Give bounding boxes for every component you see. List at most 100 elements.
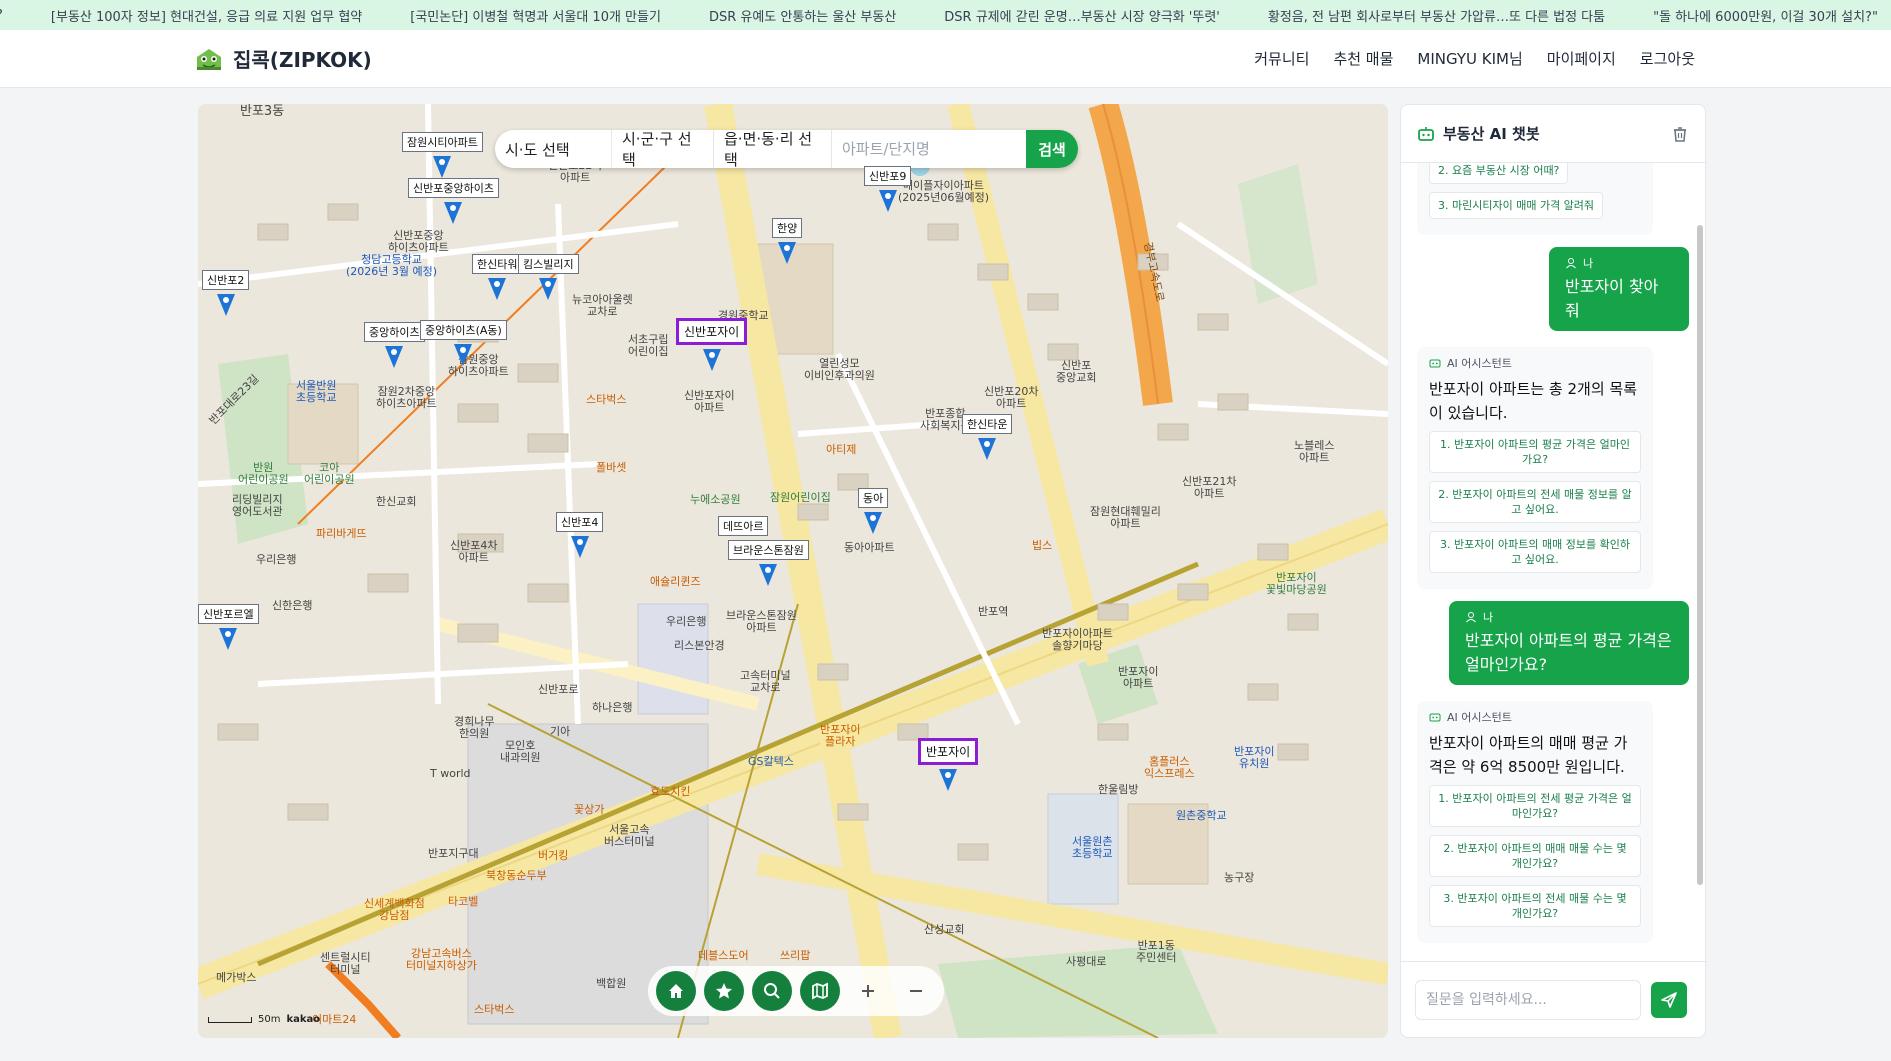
marker-label: 중앙하이츠	[364, 322, 425, 342]
home-button[interactable]	[656, 971, 696, 1011]
logo[interactable]: 집콕(ZIPKOK)	[193, 44, 372, 73]
zoom-in-button[interactable]	[848, 971, 888, 1011]
top-nav: 커뮤니티 추천 매물 MINGYU KIM님 마이페이지 로그아웃	[1254, 48, 1695, 69]
map-label: 잠원어린이집	[770, 491, 831, 504]
ticker-item[interactable]: DSR 규제에 갇린 운명…부동산 시장 양극화 '뚜렷'	[944, 6, 1220, 25]
ticker-item[interactable]: "돌 하나에 6000만원, 이걸 30개 설치?"	[1653, 6, 1878, 25]
ticker-item[interactable]: DSR 유예도 안통하는 울산 부동산	[709, 6, 896, 25]
marker-label: 반포자이	[918, 738, 979, 765]
search-map-button[interactable]	[752, 971, 792, 1011]
map-pin-icon	[702, 349, 721, 371]
apartment-marker[interactable]: 신반포르엘	[198, 604, 259, 652]
region-search-bar: 시·도 선택 시·군·구 선택 읍·면·동·리 선택 검색	[495, 130, 1078, 168]
apartment-search-input[interactable]	[832, 130, 1026, 168]
apartment-marker[interactable]: 신반포2	[202, 270, 250, 318]
send-button[interactable]	[1651, 981, 1687, 1018]
map-pin-icon	[444, 202, 463, 224]
map-view[interactable]: 반포3동 신반포22차 아파트 메이플자이아파트 (2025년06월예정) 청담…	[198, 104, 1388, 1038]
ticker-item[interactable]: [국민논단] 이병철 혁명과 서울대 10개 만들기	[410, 6, 661, 25]
map-label: 메이플자이아파트 (2025년06월예정)	[898, 179, 990, 204]
suggestion-chip[interactable]: 2. 반포자이 아파트의 전세 매물 정보를 알고 싶어요.	[1429, 481, 1641, 523]
apartment-marker[interactable]: 신반포4	[556, 512, 604, 560]
apartment-marker[interactable]: 동아	[858, 488, 889, 536]
apartment-marker[interactable]: 데뜨아르	[718, 516, 769, 536]
map-label: 효도치킨	[650, 785, 691, 798]
zoom-out-icon	[910, 990, 922, 992]
map-label: 경희나무 한의원	[454, 715, 495, 740]
robot-icon	[1418, 126, 1434, 141]
map-type-button[interactable]	[800, 971, 840, 1011]
robot-icon	[1429, 359, 1441, 368]
map-pin-icon	[216, 294, 235, 316]
map-label: 홈플러스 익스프레스	[1144, 755, 1195, 780]
apartment-marker[interactable]: 잠원시티아파트	[402, 132, 483, 180]
home-icon	[669, 984, 683, 998]
apartment-marker-highlighted[interactable]: 신반포자이	[676, 318, 748, 373]
ticker-item[interactable]: 황정음, 전 남편 회사로부터 부동산 가압류…또 다른 법정 다툼	[1268, 6, 1605, 25]
map-label: 반포지구대	[428, 847, 479, 860]
map-icon	[812, 982, 828, 1000]
ai-message: AI 어시스턴트 반포자이 아파트의 매매 평균 가격은 약 6억 8500만 …	[1417, 701, 1653, 943]
apartment-marker[interactable]: 중앙하이츠(A동)	[420, 320, 507, 368]
suggestion-chip[interactable]: 3. 반포자이 아파트의 매매 정보를 확인하고 싶어요.	[1429, 531, 1641, 573]
suggestion-chip[interactable]: 1. 반포자이 아파트의 전세 평균 가격은 얼마인가요?	[1429, 785, 1641, 827]
map-label: 반포자이 플라자	[820, 723, 861, 748]
nav-user[interactable]: MINGYU KIM님	[1417, 48, 1522, 69]
map-pin-icon	[454, 344, 473, 366]
trash-icon[interactable]	[1671, 125, 1689, 143]
apartment-marker-highlighted[interactable]: 반포자이	[918, 738, 979, 793]
map-pin-icon	[385, 346, 404, 368]
map-label: 반포역	[978, 605, 1009, 618]
map-label: 데블스도어	[698, 949, 749, 962]
zoom-out-button[interactable]	[896, 971, 936, 1011]
map-label: 스타벅스	[586, 393, 627, 406]
apartment-marker[interactable]: 신반포9	[864, 166, 912, 214]
marker-label: 신반포2	[202, 270, 250, 290]
suggestion-chip[interactable]: 3. 반포자이 아파트의 전세 매물 수는 몇 개인가요?	[1429, 885, 1641, 927]
search-button[interactable]: 검색	[1026, 130, 1078, 168]
map-label: 파리바게뜨	[316, 527, 367, 540]
ai-tag: AI 어시스턴트	[1429, 355, 1641, 371]
map-label: 브라운스톤잠원 아파트	[726, 609, 797, 634]
ticker-item[interactable]: e?	[0, 8, 3, 23]
apartment-marker[interactable]: 브라운스톤잠원	[728, 540, 809, 588]
map-label: 우리은행	[666, 615, 707, 628]
marker-label: 브라운스톤잠원	[728, 540, 809, 560]
map-label: 아티제	[826, 443, 857, 456]
map-label: 열린성모 이비인후과의원	[804, 357, 875, 382]
map-label: 신반포4차 아파트	[450, 539, 498, 564]
map-controls	[648, 966, 944, 1016]
site-header: 집콕(ZIPKOK) 커뮤니티 추천 매물 MINGYU KIM님 마이페이지 …	[0, 30, 1891, 88]
chat-input[interactable]	[1415, 979, 1641, 1020]
suggestion-chip[interactable]: 2. 요즘 부동산 시장 어때?	[1429, 163, 1569, 184]
sigungu-select[interactable]: 시·군·구 선택	[612, 130, 714, 168]
suggestion-chip[interactable]: 2. 반포자이 아파트의 매매 매물 수는 몇 개인가요?	[1429, 835, 1641, 877]
zoom-in-icon	[862, 985, 874, 997]
ai-tag: AI 어시스턴트	[1429, 709, 1641, 725]
apartment-marker[interactable]: 킴스빌리지	[518, 254, 579, 302]
marker-label: 한신타워	[472, 254, 523, 274]
nav-community[interactable]: 커뮤니티	[1254, 48, 1309, 69]
ticker-item[interactable]: [부동산 100자 정보] 현대건설, 응급 의료 지원 업무 협약	[51, 6, 362, 25]
map-label: 쓰리팝	[780, 949, 811, 962]
ai-chatbot-panel: 부동산 AI 챗봇 2. 요즘 부동산 시장 어때? 3. 마린시티자이 매매 …	[1400, 104, 1707, 1038]
apartment-marker[interactable]: 한신타운	[962, 414, 1013, 462]
marker-label: 신반포자이	[676, 318, 748, 345]
nav-recommended[interactable]: 추천 매물	[1333, 48, 1393, 69]
sido-select[interactable]: 시·도 선택	[495, 130, 612, 168]
nav-logout[interactable]: 로그아웃	[1640, 48, 1695, 69]
apartment-marker[interactable]: 중앙하이츠	[364, 322, 425, 370]
eupmyeondong-select[interactable]: 읍·면·동·리 선택	[714, 130, 832, 168]
map-label: 애슐리퀸즈	[650, 575, 701, 588]
suggestion-chip[interactable]: 1. 반포자이 아파트의 평균 가격은 얼마인가요?	[1429, 431, 1641, 473]
apartment-marker[interactable]: 한양	[772, 218, 803, 266]
chat-messages[interactable]: 2. 요즘 부동산 시장 어때? 3. 마린시티자이 매매 가격 알려줘 나 반…	[1401, 163, 1707, 963]
nav-mypage[interactable]: 마이페이지	[1547, 48, 1616, 69]
map-label: 반포1동 주민센터	[1136, 939, 1177, 964]
apartment-marker[interactable]: 신반포중앙하이츠	[408, 178, 499, 226]
chat-scrollbar[interactable]	[1697, 225, 1703, 885]
apartment-marker[interactable]: 한신타워	[472, 254, 523, 302]
map-label: 강남고속버스 터미널지하상가	[406, 947, 477, 972]
favorites-button[interactable]	[704, 971, 744, 1011]
suggestion-chip[interactable]: 3. 마린시티자이 매매 가격 알려줘	[1429, 192, 1604, 219]
